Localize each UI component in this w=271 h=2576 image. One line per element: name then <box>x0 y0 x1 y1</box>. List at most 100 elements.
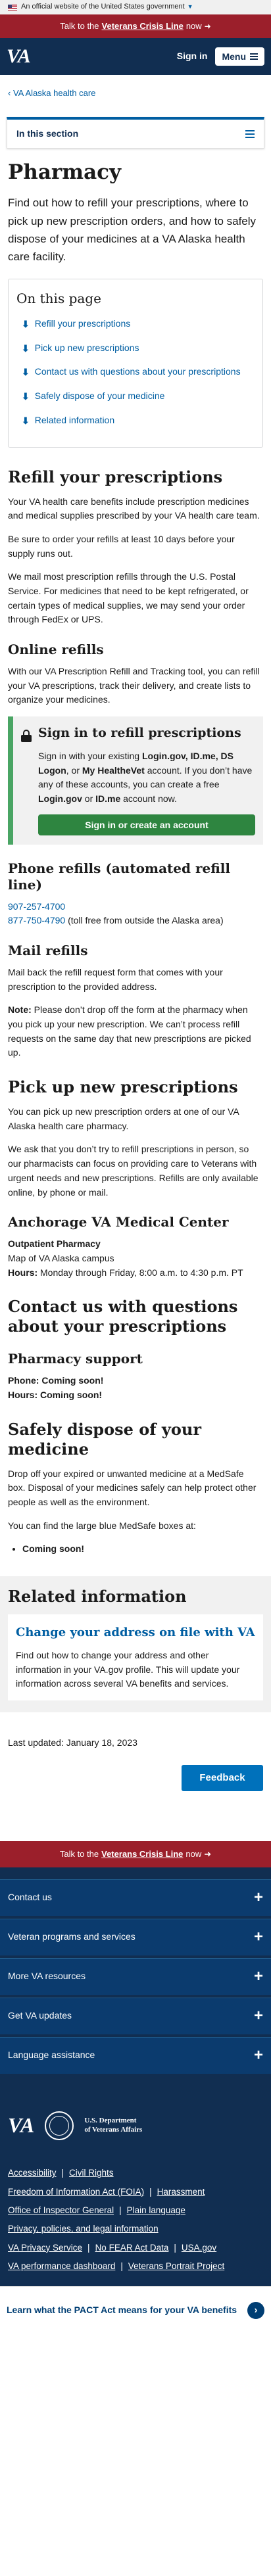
crisis-line-link[interactable]: Veterans Crisis Line <box>102 20 184 33</box>
phone-link-local[interactable]: 907-257-4700 <box>8 901 65 912</box>
footer-crisis-banner[interactable]: Talk to the Veterans Crisis Line now ➜ <box>0 1840 271 1867</box>
on-this-page-link[interactable]: ⬇ Pick up new prescriptions <box>22 341 255 356</box>
arrow-down-icon: ⬇ <box>22 415 30 426</box>
footer-link-accessibility[interactable]: Accessibility <box>8 2168 57 2178</box>
crisis-prefix: Talk to the <box>60 20 99 31</box>
footer-link-privacy-legal[interactable]: Privacy, policies, and legal information <box>8 2224 159 2234</box>
in-section-label: In this section <box>16 128 79 139</box>
footer-link-oig[interactable]: Office of Inspector General <box>8 2205 114 2215</box>
refill-p2: Be sure to order your refills at least 1… <box>8 533 235 559</box>
on-this-page-heading: On this page <box>16 291 101 307</box>
arrow-down-icon: ⬇ <box>22 391 30 402</box>
page-title: Pharmacy <box>8 160 122 185</box>
menu-button[interactable]: Menu <box>215 47 264 66</box>
dispose-list: Coming soon! <box>22 1542 263 1557</box>
on-this-page-link[interactable]: ⬇ Related information <box>22 413 255 429</box>
anchorage-details: Outpatient Pharmacy Map of VA Alaska cam… <box>8 1238 243 1278</box>
support-info: Phone: Coming soon! Hours: Coming soon! <box>8 1375 104 1400</box>
pharmacy-support-heading: Pharmacy support <box>8 1351 143 1367</box>
footer-link-privacy-service[interactable]: VA Privacy Service <box>8 2243 82 2253</box>
va-logo[interactable]: VA <box>7 41 31 72</box>
footer-accordion-resources[interactable]: More VA resources + <box>0 1957 271 1995</box>
footer-link-no-fear[interactable]: No FEAR Act Data <box>95 2243 169 2253</box>
on-this-page: On this page ⬇ Refill your prescriptions … <box>8 279 263 448</box>
refill-heading: Refill your prescriptions <box>8 467 223 486</box>
lock-icon <box>21 726 32 835</box>
breadcrumb-back-link[interactable]: ‹ VA Alaska health care <box>8 88 95 98</box>
mail-note: Note: Please don’t drop off the form at … <box>8 1004 251 1058</box>
breadcrumb-label: VA Alaska health care <box>12 88 96 98</box>
main-content: Pharmacy Find out how to refill your pre… <box>0 160 271 1791</box>
footer-link-performance[interactable]: VA performance dashboard <box>8 2261 115 2271</box>
online-refills-heading: Online refills <box>8 642 104 658</box>
footer-accordion-updates[interactable]: Get VA updates + <box>0 1997 271 2034</box>
mail-refills-text: Mail back the refill request form that c… <box>8 966 223 992</box>
sign-in-button[interactable]: Sign in or create an account <box>38 814 255 835</box>
plus-icon: + <box>253 1888 263 1907</box>
department-name: U.S. Department of Veterans Affairs <box>84 2117 143 2134</box>
on-this-page-link[interactable]: ⬇ Refill your prescriptions <box>22 317 255 332</box>
contact-heading: Contact us with questions about your pre… <box>8 1297 238 1336</box>
outpatient-pharmacy-label: Outpatient Pharmacy <box>8 1238 101 1250</box>
tollfree-note: (toll free from outside the Alaska area) <box>65 915 224 926</box>
footer-accordion-contact[interactable]: Contact us + <box>0 1879 271 1916</box>
plus-icon: + <box>253 1928 263 1946</box>
footer-va-logo[interactable]: VA <box>8 2109 34 2142</box>
phone-link-tollfree[interactable]: 877-750-4790 <box>8 915 65 925</box>
list-item: Coming soon! <box>22 1542 263 1557</box>
arrow-right-icon: ➜ <box>204 1848 212 1859</box>
on-this-page-link[interactable]: ⬇ Safely dispose of your medicine <box>22 389 255 404</box>
official-gov-banner[interactable]: An official website of the United States… <box>0 0 271 14</box>
related-heading: Related information <box>8 1587 187 1606</box>
related-card-text: Find out how to change your address and … <box>16 1649 240 1689</box>
campus-map-label: Map of VA Alaska campus <box>8 1252 114 1263</box>
crisis-line-banner[interactable]: Talk to the Veterans Crisis Line now ➜ <box>0 14 271 38</box>
pickup-p1: You can pick up new prescription orders … <box>8 1106 239 1131</box>
crisis-suffix: now <box>185 20 202 31</box>
footer-link-usagov[interactable]: USA.gov <box>182 2243 216 2253</box>
otp-link-refill[interactable]: Refill your prescriptions <box>35 317 131 331</box>
online-refills-text: With our VA Prescription Refill and Trac… <box>8 666 260 705</box>
related-card[interactable]: Change your address on file with VA Find… <box>8 1614 263 1701</box>
otp-link-contact[interactable]: Contact us with questions about your pre… <box>35 365 241 379</box>
refill-p1: Your VA health care benefits include pre… <box>8 496 260 521</box>
footer-accordion-language[interactable]: Language assistance + <box>0 2036 271 2074</box>
footer-link-plain[interactable]: Plain language <box>127 2205 185 2215</box>
sign-in-link[interactable]: Sign in <box>177 49 208 64</box>
plus-icon: + <box>253 1967 263 1986</box>
last-updated: Last updated: January 18, 2023 <box>8 1737 137 1748</box>
otp-link-related[interactable]: Related information <box>35 413 114 428</box>
sign-in-alert-text: Sign in with your existing Login.gov, ID… <box>38 750 253 804</box>
chevron-down-icon: ▼ <box>187 3 193 11</box>
arrow-down-icon: ⬇ <box>22 367 30 378</box>
dispose-p1: Drop off your expired or unwanted medici… <box>8 1468 257 1508</box>
change-address-link[interactable]: Change your address on file with VA <box>16 1626 255 1639</box>
footer-link-portrait[interactable]: Veterans Portrait Project <box>128 2261 224 2271</box>
menu-bars-icon <box>245 129 255 138</box>
hamburger-icon <box>250 53 258 60</box>
on-this-page-link[interactable]: ⬇ Contact us with questions about your pr… <box>22 365 255 380</box>
otp-link-pickup[interactable]: Pick up new prescriptions <box>35 341 139 356</box>
site-footer: Talk to the Veterans Crisis Line now ➜ C… <box>0 1840 271 2334</box>
footer-logos: VA U.S. Department of Veterans Affairs <box>0 2074 271 2165</box>
otp-link-dispose[interactable]: Safely dispose of your medicine <box>35 389 165 404</box>
feedback-button[interactable]: Feedback <box>182 1764 263 1791</box>
gov-banner-text: An official website of the United States… <box>21 3 185 11</box>
refill-p3: We mail most prescription refills throug… <box>8 571 249 625</box>
pickup-p2: We ask that you don’t try to refill pres… <box>8 1144 259 1198</box>
footer-crisis-link[interactable]: Veterans Crisis Line <box>101 1848 183 1861</box>
chevron-right-icon[interactable]: › <box>247 2301 264 2319</box>
footer-link-civil-rights[interactable]: Civil Rights <box>69 2168 114 2178</box>
pact-act-link[interactable]: Learn what the PACT Act means for your V… <box>7 2303 237 2318</box>
related-information: Related information Change your address … <box>0 1576 271 1713</box>
anchorage-heading: Anchorage VA Medical Center <box>8 1214 229 1230</box>
in-this-section-menu[interactable]: In this section <box>7 117 264 149</box>
footer-link-harassment[interactable]: Harassment <box>157 2187 205 2197</box>
footer-accordion-programs[interactable]: Veteran programs and services + <box>0 1918 271 1955</box>
arrow-right-icon: ➜ <box>204 21 211 31</box>
footer-link-foia[interactable]: Freedom of Information Act (FOIA) <box>8 2187 144 2197</box>
page-intro: Find out how to refill your prescription… <box>8 197 257 263</box>
pickup-heading: Pick up new prescriptions <box>8 1077 238 1097</box>
footer-links: Accessibility | Civil Rights Freedom of In… <box>8 2168 225 2272</box>
sign-in-alert: Sign in to refill prescriptions Sign in … <box>8 716 263 845</box>
